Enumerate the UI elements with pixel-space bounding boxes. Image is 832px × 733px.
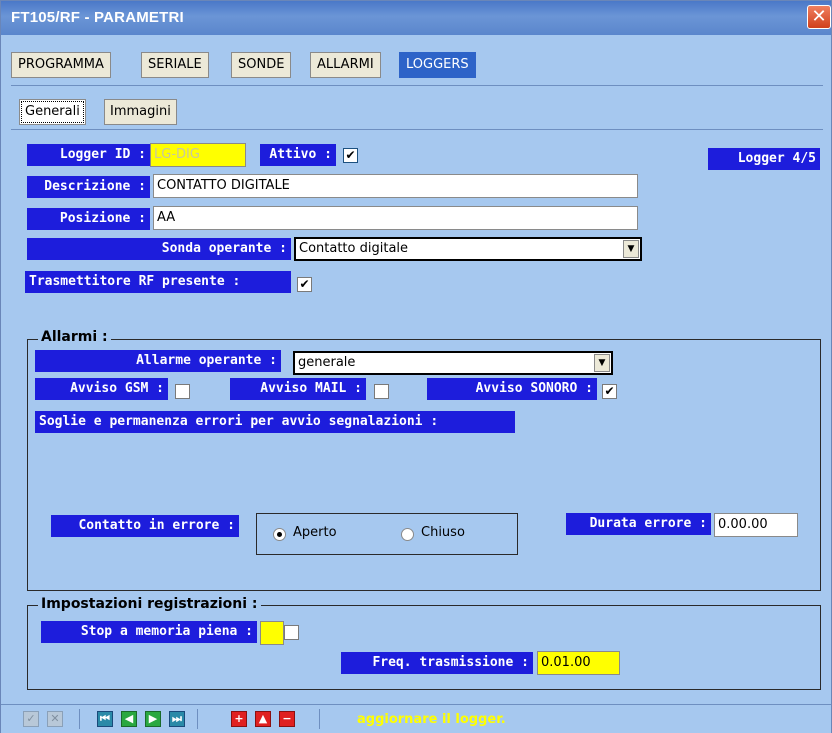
descrizione-field[interactable]: CONTATTO DIGITALE <box>153 174 638 198</box>
allarme-operante-label: Allarme operante : <box>35 350 281 372</box>
posizione-label: Posizione : <box>27 208 150 230</box>
last-record-icon[interactable]: ⏭ <box>169 711 185 727</box>
radio-chiuso[interactable] <box>401 528 414 541</box>
first-record-icon[interactable]: ⏮ <box>97 711 113 727</box>
next-record-icon[interactable]: ▶ <box>145 711 161 727</box>
confirm-icon[interactable]: ✓ <box>23 711 39 727</box>
parameters-window: FT105/RF - PARAMETRI ✕ PROGRAMMA SERIALE… <box>0 0 832 733</box>
stop-memoria-checkbox[interactable] <box>284 625 299 640</box>
descrizione-label: Descrizione : <box>27 176 150 198</box>
subtab-generali[interactable]: Generali <box>19 99 86 125</box>
toolbar-separator <box>79 709 80 729</box>
logger-id-label: Logger ID : <box>27 144 150 166</box>
registrazioni-group <box>27 605 821 690</box>
durata-errore-field[interactable]: 0.00.00 <box>714 513 798 537</box>
delete-record-icon[interactable]: − <box>279 711 295 727</box>
status-message: aggiornare il logger. <box>357 712 506 727</box>
close-button[interactable]: ✕ <box>807 5 831 29</box>
prev-record-icon[interactable]: ◀ <box>121 711 137 727</box>
contatto-errore-label: Contatto in errore : <box>51 515 239 537</box>
sonda-operante-value: Contatto digitale <box>299 241 409 256</box>
window-title: FT105/RF - PARAMETRI <box>11 9 184 26</box>
radio-aperto[interactable] <box>273 528 286 541</box>
stop-memoria-label: Stop a memoria piena : <box>41 621 257 643</box>
registrazioni-group-title: Impostazioni registrazioni : <box>38 596 261 612</box>
soglie-label: Soglie e permanenza errori per avvio seg… <box>35 411 515 433</box>
tab-seriale[interactable]: SERIALE <box>141 52 209 78</box>
allarme-operante-value: generale <box>298 355 356 370</box>
tab-sonde[interactable]: SONDE <box>231 52 292 78</box>
avviso-gsm-checkbox[interactable] <box>175 384 190 399</box>
avviso-mail-checkbox[interactable] <box>374 384 389 399</box>
title-bar[interactable]: FT105/RF - PARAMETRI ✕ <box>1 1 831 35</box>
logger-counter-badge: Logger 4/5 <box>708 148 820 170</box>
toolbar-separator <box>319 709 320 729</box>
trasmettitore-rf-label: Trasmettitore RF presente : <box>25 271 291 293</box>
subtabs-divider <box>11 129 823 130</box>
attivo-label: Attivo : <box>260 144 336 166</box>
chevron-down-icon[interactable]: ▼ <box>594 354 610 372</box>
add-record-icon[interactable]: + <box>231 711 247 727</box>
trasmettitore-rf-checkbox[interactable]: ✔ <box>297 277 312 292</box>
durata-errore-label: Durata errore : <box>566 513 711 535</box>
radio-chiuso-label[interactable]: Chiuso <box>421 525 465 540</box>
toolbar-divider <box>1 704 831 705</box>
posizione-field[interactable]: AA <box>153 206 638 230</box>
allarme-operante-select[interactable]: generale ▼ <box>293 351 613 375</box>
avviso-mail-label: Avviso MAIL : <box>230 378 366 400</box>
allarmi-group-title: Allarmi : <box>38 329 111 345</box>
sonda-operante-select[interactable]: Contatto digitale ▼ <box>294 237 642 261</box>
subtab-immagini[interactable]: Immagini <box>104 99 177 125</box>
avviso-sonoro-checkbox[interactable]: ✔ <box>602 384 617 399</box>
freq-trasmissione-label: Freq. trasmissione : <box>341 652 533 674</box>
cancel-icon[interactable]: ✕ <box>47 711 63 727</box>
tabs-divider <box>11 85 823 86</box>
tab-programma[interactable]: PROGRAMMA <box>11 52 111 78</box>
stop-memoria-highlight <box>260 621 284 645</box>
tab-loggers[interactable]: LOGGERS <box>399 52 476 78</box>
toolbar-separator <box>197 709 198 729</box>
avviso-sonoro-label: Avviso SONORO : <box>427 378 597 400</box>
tab-allarmi[interactable]: ALLARMI <box>310 52 381 78</box>
move-up-icon[interactable]: ▲ <box>255 711 271 727</box>
radio-aperto-label[interactable]: Aperto <box>293 525 337 540</box>
sonda-operante-label: Sonda operante : <box>27 238 291 260</box>
logger-id-field[interactable]: LG-DIG <box>150 143 246 167</box>
chevron-down-icon[interactable]: ▼ <box>623 240 639 258</box>
freq-trasmissione-field[interactable]: 0.01.00 <box>537 651 620 675</box>
attivo-checkbox[interactable]: ✔ <box>343 148 358 163</box>
avviso-gsm-label: Avviso GSM : <box>35 378 168 400</box>
